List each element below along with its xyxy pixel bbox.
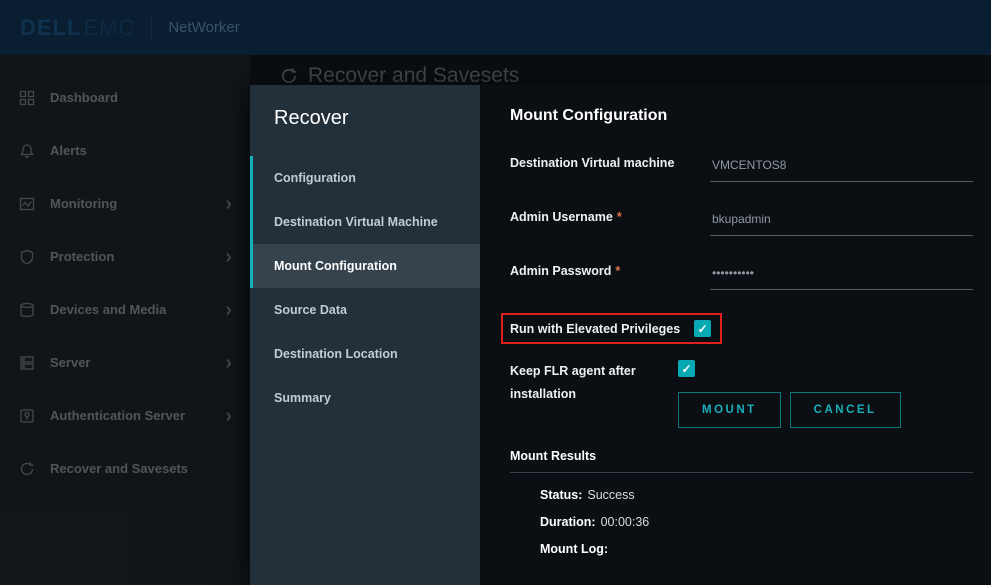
mount-results-heading: Mount Results <box>510 449 973 463</box>
cancel-button[interactable]: CANCEL <box>790 392 901 428</box>
field-admin-password: Admin Password * •••••••••• <box>510 259 973 290</box>
result-mount-log-row: Mount Log: <box>540 542 973 556</box>
field-label-text: Destination Virtual machine <box>510 156 674 170</box>
recover-dialog-nav: Recover Configuration Destination Virtua… <box>250 85 480 585</box>
step-destination-location[interactable]: Destination Location <box>250 332 480 376</box>
step-label: Destination Location <box>274 347 398 361</box>
field-label: Admin Username * <box>510 205 710 236</box>
keep-flr-agent-checkbox[interactable]: ✓ <box>678 360 695 377</box>
step-summary[interactable]: Summary <box>250 376 480 420</box>
dialog-step-list: Configuration Destination Virtual Machin… <box>250 156 480 420</box>
result-value: Success <box>587 488 634 502</box>
step-source-data[interactable]: Source Data <box>250 288 480 332</box>
field-label-text: Admin Password <box>510 264 611 278</box>
field-destination-virtual-machine: Destination Virtual machine VMCENTOS8 <box>510 151 973 182</box>
dialog-title: Recover <box>250 107 480 130</box>
required-asterisk: * <box>615 264 620 278</box>
elevated-privileges-checkbox[interactable]: ✓ <box>694 320 711 337</box>
field-label-text: Admin Username <box>510 210 613 224</box>
mount-button[interactable]: MOUNT <box>678 392 781 428</box>
action-buttons: MOUNT CANCEL <box>678 392 973 428</box>
field-label: Destination Virtual machine <box>510 151 710 182</box>
step-label: Summary <box>274 391 331 405</box>
step-label: Destination Virtual Machine <box>274 215 438 229</box>
field-label: Admin Password * <box>510 259 710 290</box>
step-label: Source Data <box>274 303 347 317</box>
panel-title: Mount Configuration <box>510 107 973 125</box>
networker-app: DELL EMC NetWorker Dashboard Alerts Moni… <box>0 0 991 585</box>
run-with-elevated-privileges-row-highlighted: Run with Elevated Privileges ✓ <box>501 313 722 344</box>
result-label: Mount Log: <box>540 542 608 556</box>
result-label: Duration: <box>540 515 596 529</box>
required-asterisk: * <box>617 210 622 224</box>
admin-username-input[interactable]: bkupadmin <box>710 205 973 236</box>
admin-password-input[interactable]: •••••••••• <box>710 259 973 290</box>
mount-results-list: Status: Success Duration: 00:00:36 Mount L… <box>540 488 973 556</box>
result-duration-row: Duration: 00:00:36 <box>540 515 973 529</box>
keep-flr-agent-label: Keep FLR agent after installation <box>510 360 678 406</box>
results-divider <box>510 472 973 473</box>
result-value: 00:00:36 <box>601 515 650 529</box>
step-label: Mount Configuration <box>274 259 397 273</box>
step-configuration[interactable]: Configuration <box>250 156 480 200</box>
mount-configuration-panel: Mount Configuration Destination Virtual … <box>480 85 991 585</box>
step-label: Configuration <box>274 171 356 185</box>
step-mount-configuration[interactable]: Mount Configuration <box>250 244 480 288</box>
recover-dialog: Recover Configuration Destination Virtua… <box>250 85 991 585</box>
field-admin-username: Admin Username * bkupadmin <box>510 205 973 236</box>
elevated-privileges-label: Run with Elevated Privileges <box>510 322 680 336</box>
destination-vm-input[interactable]: VMCENTOS8 <box>710 151 973 182</box>
nav-accent-bar <box>250 156 253 288</box>
result-label: Status: <box>540 488 582 502</box>
result-status-row: Status: Success <box>540 488 973 502</box>
step-destination-virtual-machine[interactable]: Destination Virtual Machine <box>250 200 480 244</box>
